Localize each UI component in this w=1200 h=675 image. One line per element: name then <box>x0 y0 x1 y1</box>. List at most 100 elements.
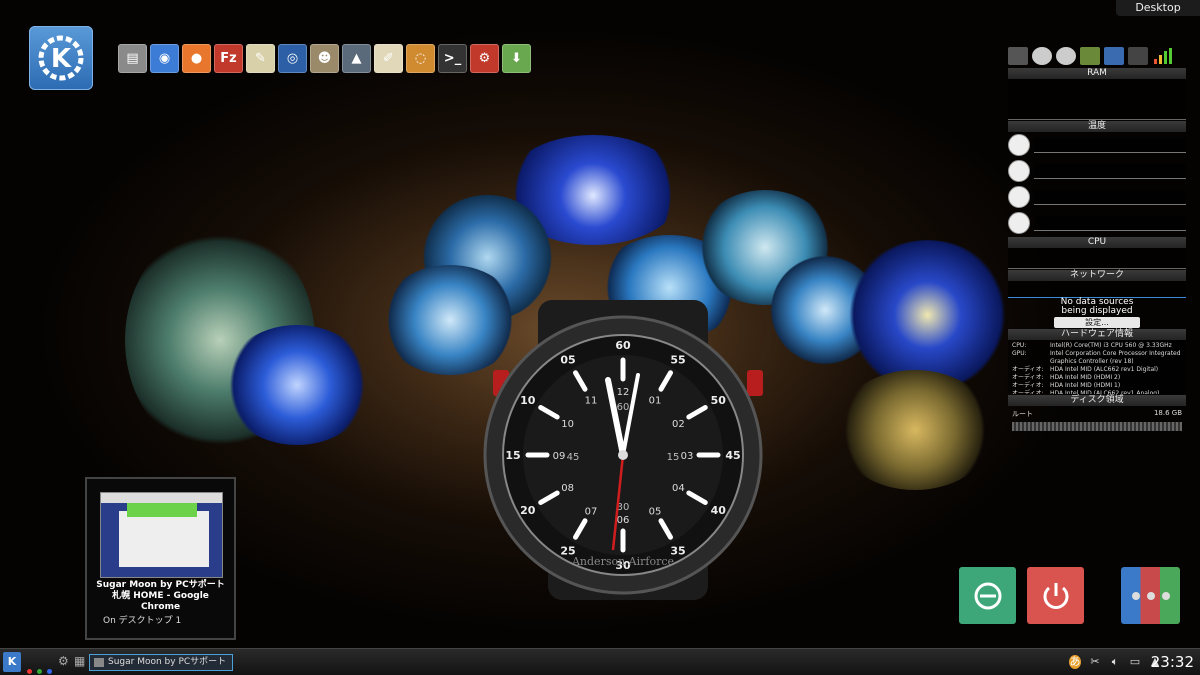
quicklaunch-glyph: Fz <box>220 51 237 66</box>
inner-number-45: 45 <box>567 452 580 463</box>
quicklaunch-glyph: ✐ <box>383 51 394 66</box>
kde-launcher-button[interactable]: K <box>29 26 93 90</box>
tooltip-subtitle: On デスクトップ 1 <box>103 616 182 626</box>
settings-button[interactable]: 設定... <box>1054 317 1140 328</box>
kde-menu-button[interactable]: K <box>3 652 21 672</box>
desktop-pager-icon[interactable]: ▦ <box>74 654 85 668</box>
quicklaunch-glyph: ▲ <box>351 51 362 66</box>
hardware-info-row: オーディオ: HDA Intel MID (ALC662 rev1 Analog) <box>1012 390 1182 394</box>
quick-launch-bar: ▤ ◉ ● Fz ✎ ◎ ☻ ▲ ✐ ◌ >_ ⚙ ⬇ <box>118 44 531 73</box>
svg-text:K: K <box>51 44 72 74</box>
refresh-icon <box>974 582 1001 609</box>
firefox-icon[interactable]: ● <box>182 44 211 73</box>
bezel-number: 10 <box>520 394 536 407</box>
grid-icon[interactable] <box>1104 47 1124 65</box>
watch-crown-right <box>747 370 763 396</box>
hour-number: 10 <box>561 419 574 430</box>
tooltip-title: Sugar Moon by PCサポート札幌 HOME - Google Chr… <box>96 580 225 612</box>
activity-dots[interactable] <box>27 659 53 675</box>
hardware-info-row: GPU: Intel Corporation Core Processor Int… <box>1012 350 1182 358</box>
refresh-button[interactable] <box>959 567 1016 624</box>
quicklaunch-glyph: ✎ <box>255 51 266 66</box>
cpu-graph <box>1008 248 1186 269</box>
temperature-graph <box>1034 137 1186 153</box>
hardware-info-row: オーディオ: HDA Intel MID (ALC662 rev1 Digital… <box>1012 366 1182 374</box>
hour-number: 01 <box>649 396 662 407</box>
quicklaunch-glyph: ● <box>190 51 203 66</box>
inkscape-icon[interactable]: ▲ <box>342 44 371 73</box>
taskbar-item-chrome[interactable]: Sugar Moon by PCサポート <box>89 654 233 671</box>
chip-icon[interactable] <box>1080 47 1100 65</box>
terminal-icon[interactable]: >_ <box>438 44 467 73</box>
no-data-message-line2: being displayed <box>1061 306 1133 316</box>
hardware-info-key: GPU: <box>1012 350 1027 357</box>
chrome-icon[interactable]: ◉ <box>150 44 179 73</box>
cpu-header: CPU <box>1008 237 1186 248</box>
file-manager-icon[interactable]: ▤ <box>118 44 147 73</box>
bezel-number: 40 <box>711 504 727 517</box>
hardware-info-key: オーディオ: <box>1012 366 1044 373</box>
gauge-icon <box>1008 212 1030 234</box>
input-method-icon[interactable]: あ <box>1069 655 1081 669</box>
volume-icon[interactable]: 🔈︎ <box>1109 655 1121 669</box>
desktop-label[interactable]: Desktop <box>1116 0 1200 16</box>
bezel-number: 55 <box>670 354 685 367</box>
temperature-graph <box>1034 215 1186 231</box>
taskbar-item-label: Sugar Moon by PCサポート <box>108 657 227 667</box>
memory-icon[interactable] <box>1128 47 1148 65</box>
hour-number: 03 <box>681 451 694 462</box>
window-thumbnail[interactable] <box>100 492 223 578</box>
hardware-info-value: Intel(R) Core(TM) i3 CPU 560 @ 3.33GHz <box>1050 342 1172 349</box>
watch-brand: Anderson Airforce <box>571 555 674 568</box>
ram-graph <box>1008 79 1186 120</box>
gauge-icon <box>1008 134 1030 156</box>
gear-icon[interactable]: ⚙ <box>58 654 69 668</box>
clock[interactable]: 23:32 <box>1151 653 1194 671</box>
hardware-info-key: オーディオ: <box>1012 390 1044 394</box>
bezel-number: 15 <box>505 449 520 462</box>
quicklaunch-glyph: >_ <box>443 51 462 66</box>
quicklaunch-glyph: ⬇ <box>511 51 522 66</box>
hour-number: 05 <box>649 506 662 517</box>
hardware-info-header: ハードウェア情報 <box>1008 329 1186 340</box>
hardware-info-key: オーディオ: <box>1012 382 1044 389</box>
quicklaunch-glyph: ◌ <box>414 51 427 66</box>
scissors-icon[interactable]: ✂ <box>1089 655 1101 669</box>
hardware-info-row: CPU: Intel(R) Core(TM) i3 CPU 560 @ 3.33G… <box>1012 342 1182 350</box>
network-icon[interactable]: ▭ <box>1129 655 1141 669</box>
system-settings-icon[interactable]: ⚙ <box>470 44 499 73</box>
hardware-info-list: CPU: Intel(R) Core(TM) i3 CPU 560 @ 3.33G… <box>1008 340 1186 394</box>
hardware-info-value: HDA Intel MID (ALC662 rev1 Digital) <box>1050 366 1159 373</box>
zoom-icon[interactable] <box>1032 47 1052 65</box>
hardware-info-row: オーディオ: HDA Intel MID (HDMI 2) <box>1012 374 1182 382</box>
signal-icon[interactable] <box>1152 47 1172 65</box>
gauge-icon <box>1008 186 1030 208</box>
ram-header: RAM <box>1008 68 1186 79</box>
drive-icon[interactable] <box>1008 47 1028 65</box>
temperature-graph <box>1034 189 1186 205</box>
text-editor-icon[interactable]: ✎ <box>246 44 275 73</box>
hardware-info-value: HDA Intel MID (HDMI 2) <box>1050 374 1121 381</box>
network-graph <box>1008 281 1186 298</box>
system-monitor-widget: RAM 温度 CPU ネットワーク No data sources being … <box>1008 45 1186 445</box>
kde-logo-icon: K <box>7 655 17 668</box>
settings-circle-icon[interactable]: ◎ <box>278 44 307 73</box>
notes-icon[interactable]: ✐ <box>374 44 403 73</box>
hardware-info-value: HDA Intel MID (ALC662 rev1 Analog) <box>1050 390 1160 394</box>
power-button[interactable] <box>1027 567 1084 624</box>
bezel-number: 45 <box>725 449 740 462</box>
hour-number: 07 <box>585 506 598 517</box>
watch-center-pin <box>618 450 628 460</box>
hour-number: 06 <box>617 515 630 526</box>
switch-user-button[interactable] <box>1121 567 1180 624</box>
disc-icon[interactable]: ◌ <box>406 44 435 73</box>
gimp-icon[interactable]: ☻ <box>310 44 339 73</box>
taskbar: K ⚙ ▦ Sugar Moon by PCサポート あ ✂ 🔈︎ ▭ ▲ 23… <box>0 648 1200 675</box>
filezilla-icon[interactable]: Fz <box>214 44 243 73</box>
temperature-graph <box>1034 163 1186 179</box>
bezel-number: 05 <box>560 354 575 367</box>
inner-number-15: 15 <box>667 452 680 463</box>
zoom-icon[interactable] <box>1056 47 1076 65</box>
download-icon[interactable]: ⬇ <box>502 44 531 73</box>
task-preview-tooltip[interactable]: Sugar Moon by PCサポート札幌 HOME - Google Chr… <box>85 477 236 640</box>
